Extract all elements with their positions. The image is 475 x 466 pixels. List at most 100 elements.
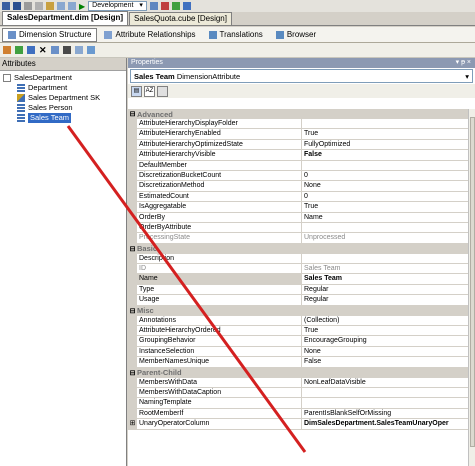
cut-icon[interactable] — [24, 2, 32, 10]
property-value[interactable]: 0 — [302, 171, 475, 182]
tab-salesquota-cube[interactable]: SalesQuota.cube [Design] — [129, 12, 232, 25]
property-row[interactable]: AttributeHierarchyOrdered True — [128, 326, 475, 337]
property-value[interactable]: ParentIsBlankSelfOrMissing — [302, 409, 475, 420]
property-row[interactable]: Description — [128, 253, 475, 265]
process-icon[interactable] — [3, 46, 11, 54]
categorized-icon[interactable]: ▤ — [131, 85, 142, 97]
property-value[interactable] — [302, 161, 475, 171]
pin-close-icon[interactable]: ▾ ᵽ × — [456, 58, 471, 68]
category-parent-child[interactable]: ⊟ Parent-Child — [128, 367, 475, 378]
property-row[interactable]: Name Sales Team — [128, 274, 475, 285]
property-row[interactable]: ID Sales Team — [128, 264, 475, 275]
tree-root[interactable]: SalesDepartment — [3, 73, 126, 83]
vertical-scrollbar[interactable] — [468, 109, 475, 466]
property-row[interactable]: MemberNamesUnique False — [128, 357, 475, 368]
solution-configuration-combo[interactable]: Development ▾ — [88, 1, 147, 11]
scrollbar-thumb[interactable] — [470, 117, 475, 447]
redo-icon[interactable] — [68, 2, 76, 10]
property-row[interactable]: AttributeHierarchyEnabled True — [128, 129, 475, 140]
tab-salesdepartment-dim[interactable]: SalesDepartment.dim [Design] — [2, 11, 129, 25]
property-value[interactable]: False — [302, 357, 475, 368]
property-value[interactable]: 0 — [302, 192, 475, 203]
property-value[interactable]: DimSalesDepartment.SalesTeamUnaryOper — [302, 419, 475, 430]
property-row[interactable]: AttributeHierarchyVisible False — [128, 150, 475, 161]
property-row[interactable]: InstanceSelection None — [128, 346, 475, 358]
category-advanced[interactable]: ⊟ Advanced — [128, 109, 475, 119]
property-row[interactable]: AttributeHierarchyOptimizedState FullyOpt… — [128, 139, 475, 151]
property-row[interactable]: Usage Regular — [128, 295, 475, 306]
collapse-icon[interactable]: ⊟ — [128, 245, 137, 253]
properties-window-icon[interactable] — [171, 2, 180, 10]
property-row[interactable]: Type Regular — [128, 284, 475, 296]
property-value[interactable]: None — [302, 181, 475, 192]
property-row[interactable]: ProcessingState Unprocessed — [128, 233, 475, 244]
arrange-icon[interactable] — [86, 46, 95, 54]
toolbox-icon[interactable] — [182, 2, 191, 10]
tree-item-sales-department-sk[interactable]: Sales Department SK — [3, 93, 126, 103]
property-pages-icon[interactable] — [157, 85, 168, 97]
refresh-icon[interactable] — [15, 46, 23, 54]
property-value[interactable] — [302, 119, 475, 130]
property-value[interactable]: Sales Team — [302, 274, 475, 285]
object-selector[interactable]: Sales Team DimensionAttribute ▾ — [130, 69, 473, 83]
property-value[interactable]: (Collection) — [302, 316, 475, 327]
tab-translations[interactable]: Translations — [203, 28, 269, 42]
property-value[interactable] — [302, 223, 475, 234]
property-value[interactable]: FullyOptimized — [302, 140, 475, 151]
property-row[interactable]: DiscretizationBucketCount 0 — [128, 170, 475, 182]
tab-attribute-relationships[interactable]: Attribute Relationships — [98, 28, 201, 42]
property-row[interactable]: EstimatedCount 0 — [128, 191, 475, 203]
property-value[interactable] — [302, 388, 475, 399]
show-table-icon[interactable] — [50, 46, 59, 54]
save-all-icon[interactable] — [13, 2, 21, 10]
tab-browser[interactable]: Browser — [270, 28, 322, 42]
view-icon[interactable] — [27, 46, 35, 54]
property-value[interactable]: None — [302, 347, 475, 358]
property-value[interactable]: Regular — [302, 285, 475, 296]
tab-dimension-structure[interactable]: Dimension Structure — [2, 27, 98, 42]
property-value[interactable]: Unprocessed — [302, 233, 475, 244]
collapse-icon[interactable]: ⊟ — [128, 307, 137, 315]
property-row[interactable]: DefaultMember — [128, 160, 475, 171]
property-row[interactable]: OrderBy Name — [128, 212, 475, 223]
alphabetical-icon[interactable]: AZ — [144, 85, 155, 97]
start-debugging-icon[interactable]: ▶ — [79, 2, 85, 11]
property-row[interactable]: Annotations (Collection) — [128, 315, 475, 327]
property-value[interactable] — [302, 254, 475, 265]
find-icon[interactable] — [149, 2, 158, 10]
property-value[interactable]: Regular — [302, 295, 475, 306]
category-basic[interactable]: ⊟ Basic — [128, 243, 475, 254]
save-icon[interactable] — [2, 2, 10, 10]
undo-icon[interactable] — [57, 2, 65, 10]
close-icon[interactable]: ✕ — [39, 45, 47, 56]
property-row[interactable]: OrderByAttribute — [128, 222, 475, 234]
expand-icon[interactable]: ⊞ — [128, 419, 137, 430]
zoom-icon[interactable] — [74, 46, 83, 54]
property-row[interactable]: GroupingBehavior EncourageGrouping — [128, 336, 475, 347]
property-value[interactable]: NonLeafDataVisible — [302, 378, 475, 388]
solution-explorer-icon[interactable] — [160, 2, 169, 10]
property-value[interactable]: False — [302, 150, 475, 161]
property-row[interactable]: DiscretizationMethod None — [128, 181, 475, 192]
property-value[interactable] — [302, 398, 475, 409]
paste-icon[interactable] — [46, 2, 54, 10]
property-value[interactable]: True — [302, 326, 475, 337]
property-row[interactable]: AttributeHierarchyDisplayFolder — [128, 119, 475, 130]
property-value[interactable]: True — [302, 129, 475, 140]
tree-item-department[interactable]: Department — [3, 83, 126, 93]
tree-item-sales-team[interactable]: Sales Team — [3, 113, 126, 123]
property-row[interactable]: MembersWithData NonLeafDataVisible — [128, 377, 475, 388]
property-row[interactable]: IsAggregatable True — [128, 202, 475, 213]
property-value[interactable]: Name — [302, 213, 475, 223]
tree-item-sales-person[interactable]: Sales Person — [3, 103, 126, 113]
property-row[interactable]: MembersWithDataCaption — [128, 387, 475, 399]
collapse-icon[interactable]: ⊟ — [128, 110, 137, 118]
copy-icon[interactable] — [35, 2, 43, 10]
property-row[interactable]: NamingTemplate — [128, 398, 475, 409]
property-row[interactable]: ⊞ UnaryOperatorColumn DimSalesDepartment.S… — [128, 419, 475, 430]
property-value[interactable]: True — [302, 202, 475, 213]
property-value[interactable]: Sales Team — [302, 264, 475, 275]
new-named-query-icon[interactable] — [62, 46, 71, 54]
collapse-icon[interactable]: ⊟ — [128, 369, 137, 377]
category-misc[interactable]: ⊟ Misc — [128, 305, 475, 316]
